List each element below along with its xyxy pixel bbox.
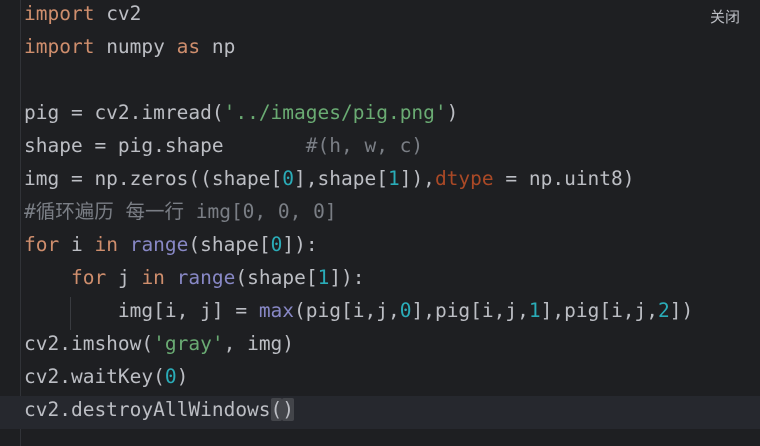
code-line[interactable]: pig = cv2.imread('../images/pig.png'): [24, 99, 760, 132]
matched-paren: (: [270, 398, 283, 421]
code-token: img[i, j] =: [24, 299, 259, 322]
keyword-token: in: [141, 266, 165, 289]
string-token: 'gray': [153, 332, 224, 355]
keyword-token: in: [94, 233, 118, 256]
string-token: '../images/pig.png': [223, 101, 447, 124]
keyword-token: import: [24, 2, 95, 25]
code-line[interactable]: img[i, j] = max(pig[i,j,0],pig[i,j,1],pi…: [24, 297, 760, 330]
number-token: 1: [317, 266, 330, 289]
number-token: 1: [528, 299, 541, 322]
code-token: pig = cv2.imread(: [24, 101, 224, 124]
code-line[interactable]: import cv2: [24, 0, 760, 33]
builtin-token: max: [258, 299, 295, 322]
code-token: cv2.waitKey(: [24, 365, 165, 388]
gutter-divider: [20, 0, 21, 446]
number-token: 2: [658, 299, 670, 322]
number-token: 0: [270, 233, 283, 256]
keyword-token: for: [24, 233, 60, 256]
code-line[interactable]: import numpy as np: [24, 33, 760, 66]
keyword-token: import: [24, 35, 95, 58]
matched-paren: ): [282, 398, 295, 421]
keyword-token: as: [176, 35, 201, 58]
code-token: ],pig[i,j,: [411, 299, 529, 322]
code-line[interactable]: for j in range(shape[1]):: [24, 264, 760, 297]
code-token: numpy: [94, 35, 177, 58]
code-token: np: [200, 35, 236, 58]
code-token: (shape[: [235, 266, 318, 289]
indent-guide: [70, 297, 71, 330]
code-token: img = np.zeros((shape[: [24, 167, 283, 190]
code-token: = np.uint8): [493, 167, 635, 190]
code-line[interactable]: #循环遍历 每一行 img[0, 0, 0]: [24, 198, 760, 231]
code-token: ): [176, 365, 189, 388]
code-token: ]): [669, 299, 694, 322]
number-token: 0: [164, 365, 177, 388]
code-line[interactable]: cv2.waitKey(0): [24, 363, 760, 396]
number-token: 0: [282, 167, 295, 190]
comment-token: #循环遍历 每一行 img[0, 0, 0]: [24, 200, 337, 223]
code-editor[interactable]: 关闭 import cv2 import numpy as np pig = c…: [0, 0, 760, 446]
code-token: (shape[: [188, 233, 271, 256]
code-token: ]),: [399, 167, 435, 190]
builtin-token: range: [129, 233, 189, 256]
code-token: shape = pig.shape: [24, 134, 306, 157]
builtin-token: range: [176, 266, 236, 289]
comment-token: #(h, w, c): [305, 134, 424, 157]
code-token: ]):: [282, 233, 318, 256]
number-token: 0: [399, 299, 412, 322]
keyword-token: for: [70, 266, 107, 289]
code-line[interactable]: img = np.zeros((shape[0],shape[1]),dtype…: [24, 165, 760, 198]
code-line[interactable]: shape = pig.shape #(h, w, c): [24, 132, 760, 165]
code-token: j: [106, 266, 142, 289]
code-line[interactable]: cv2.imshow('gray', img): [24, 330, 760, 363]
code-line[interactable]: for i in range(shape[0]):: [24, 231, 760, 264]
code-token: ],shape[: [294, 167, 388, 190]
code-token: ],pig[i,j,: [540, 299, 659, 322]
number-token: 1: [387, 167, 400, 190]
code-token: ]):: [329, 266, 365, 289]
code-token: i: [59, 233, 95, 256]
code-token: cv2.imshow(: [24, 332, 154, 355]
code-area[interactable]: import cv2 import numpy as np pig = cv2.…: [0, 0, 760, 429]
code-token: cv2: [94, 2, 142, 25]
code-token: (pig[i,j,: [294, 299, 400, 322]
code-line-current[interactable]: cv2.destroyAllWindows(): [0, 396, 760, 429]
code-token: , img): [223, 332, 295, 355]
code-line-empty[interactable]: [24, 66, 760, 99]
code-token: cv2.destroyAllWindows: [24, 398, 271, 421]
param-token: dtype: [434, 167, 494, 190]
code-token: ): [446, 101, 459, 124]
